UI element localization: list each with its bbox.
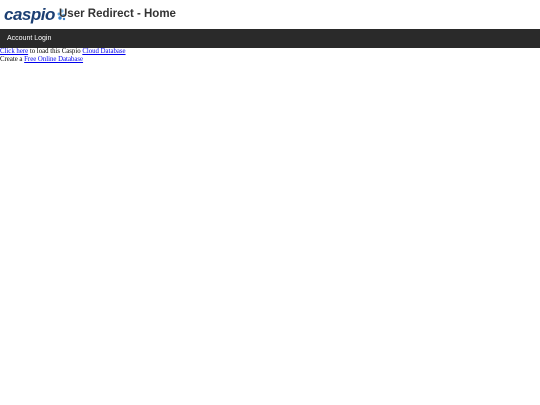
page-header: caspio User Redirect - Home	[0, 0, 540, 29]
cloud-database-link[interactable]: Cloud Database	[82, 48, 125, 55]
load-database-text: to load this Caspio	[28, 48, 83, 55]
page-title: User Redirect - Home	[59, 8, 176, 20]
load-database-line: Click here to load this Caspio Cloud Dat…	[0, 48, 540, 56]
create-database-line: Create a Free Online Database	[0, 56, 540, 64]
free-online-database-link[interactable]: Free Online Database	[24, 56, 83, 63]
click-here-link[interactable]: Click here	[0, 48, 28, 55]
nav-item-account-login[interactable]: Account Login	[7, 29, 51, 48]
nav-bar: Account Login	[0, 29, 540, 48]
create-a-text: Create a	[0, 56, 25, 63]
caspio-logo[interactable]: caspio	[4, 4, 66, 24]
main-content: Click here to load this Caspio Cloud Dat…	[0, 48, 540, 64]
logo-wordmark: caspio	[4, 4, 55, 24]
